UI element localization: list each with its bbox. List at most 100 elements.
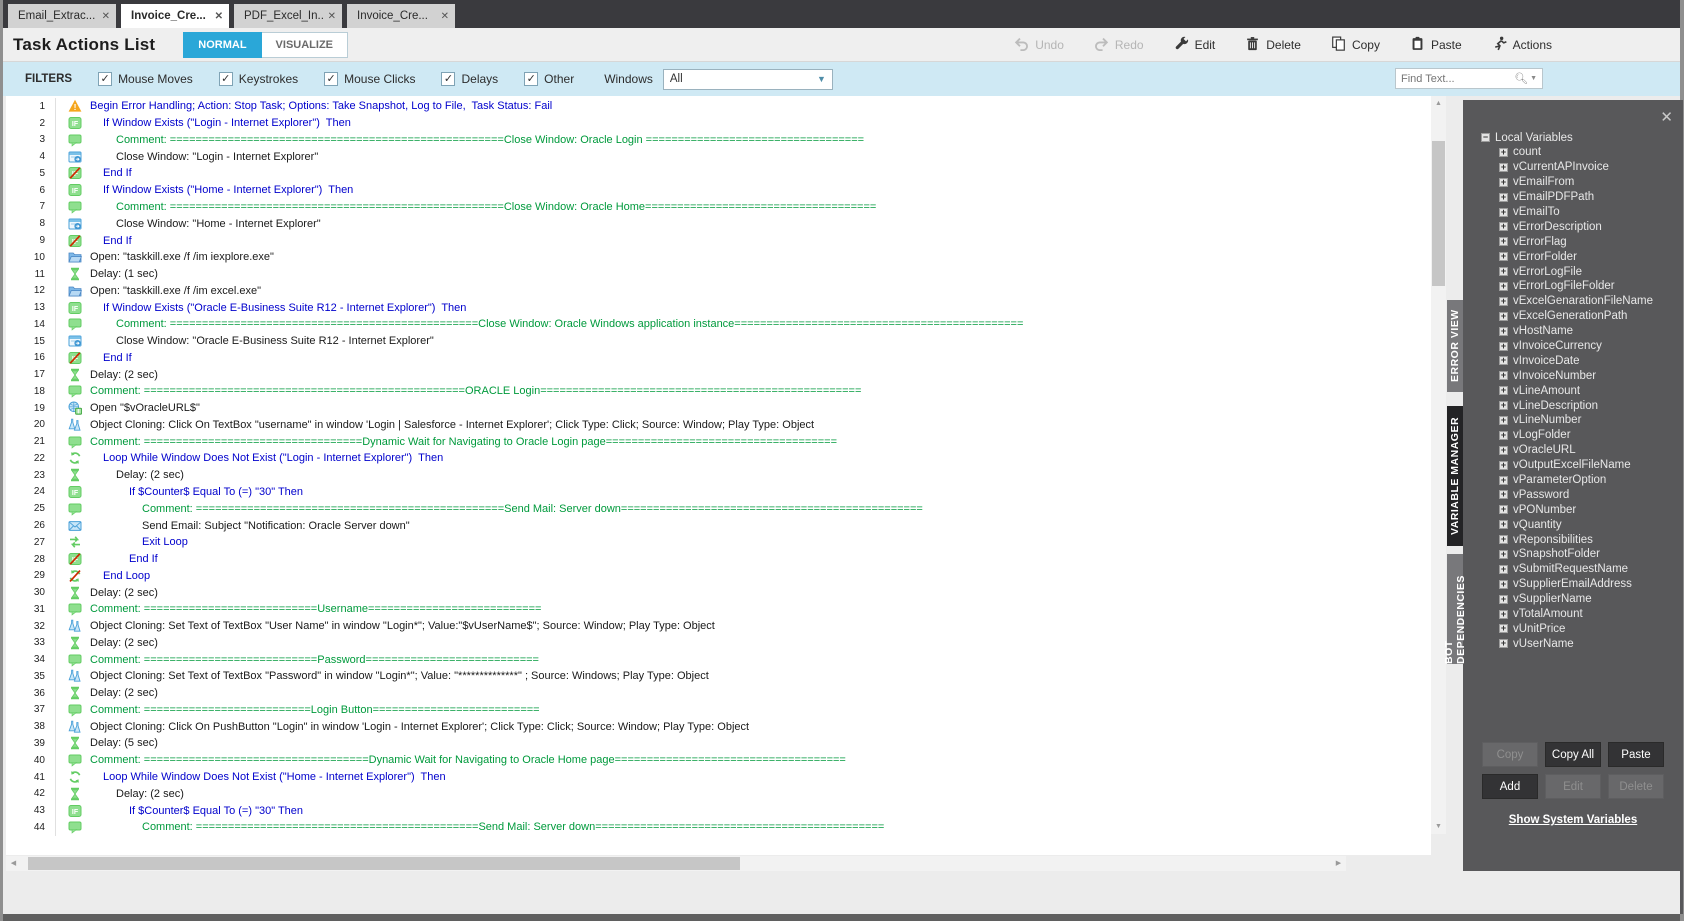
variable-item[interactable]: + vErrorFlag — [1499, 234, 1653, 249]
filter-checkbox-keystrokes[interactable]: ✓ Keystrokes — [218, 72, 298, 86]
search-icon[interactable]: 🔍︎ — [1514, 72, 1528, 85]
expand-icon[interactable]: + — [1499, 252, 1508, 262]
expand-icon[interactable]: + — [1499, 356, 1508, 366]
expand-icon[interactable]: + — [1499, 594, 1508, 604]
action-row-44[interactable]: 44 Comment: =============================… — [6, 818, 1431, 836]
action-row-38[interactable]: 38 Object Cloning: Click On PushButton "L… — [6, 718, 1431, 736]
action-row-15[interactable]: 15 Close Window: "Oracle E-Business Suite… — [6, 332, 1431, 350]
variable-item[interactable]: + vHostName — [1499, 324, 1653, 339]
action-row-21[interactable]: 21 Comment: =============================… — [6, 433, 1431, 451]
expand-icon[interactable]: + — [1499, 579, 1508, 589]
windows-dropdown[interactable]: All ▼ — [662, 68, 833, 90]
close-tab-icon[interactable]: ✕ — [102, 11, 110, 22]
variable-add-button[interactable]: Add — [1482, 774, 1538, 799]
action-row-34[interactable]: 34 Comment: ===========================Pa… — [6, 651, 1431, 669]
expand-icon[interactable]: + — [1499, 490, 1508, 500]
variable-item[interactable]: + vExcelGenerationPath — [1499, 309, 1653, 324]
close-tab-icon[interactable]: ✕ — [328, 11, 336, 22]
expand-icon[interactable]: + — [1499, 460, 1508, 470]
action-row-43[interactable]: 43 IF If $Counter$ Equal To (=) "30" Then — [6, 802, 1431, 819]
action-row-29[interactable]: 29 End Loop — [6, 567, 1431, 585]
expand-icon[interactable]: + — [1499, 401, 1508, 411]
variable-item[interactable]: + vOutputExcelFileName — [1499, 458, 1653, 473]
action-row-19[interactable]: 19 Open "$vOracleURL$" — [6, 399, 1431, 417]
document-tab-2[interactable]: PDF_Excel_In... ✕ — [234, 4, 342, 28]
action-row-36[interactable]: 36 Delay: (2 sec) — [6, 684, 1431, 702]
expand-icon[interactable]: + — [1499, 639, 1508, 649]
horizontal-scroll-thumb[interactable] — [28, 857, 740, 870]
side-tab-bot-dependencies[interactable]: BOT DEPENDENCIES — [1443, 554, 1467, 664]
find-text-input[interactable] — [1401, 72, 1515, 85]
action-row-12[interactable]: 12 Open: "taskkill.exe /f /im excel.exe" — [6, 282, 1431, 300]
filter-checkbox-mouse-clicks[interactable]: ✓ Mouse Clicks — [324, 72, 415, 86]
document-tab-1[interactable]: Invoice_Cre... ✕ — [121, 4, 229, 28]
variable-item[interactable]: + vPONumber — [1499, 502, 1653, 517]
expand-icon[interactable]: + — [1499, 326, 1508, 336]
action-row-16[interactable]: 16 IF End If — [6, 349, 1431, 367]
variable-item[interactable]: + vLineDescription — [1499, 398, 1653, 413]
close-tab-icon[interactable]: ✕ — [441, 11, 449, 22]
action-row-31[interactable]: 31 Comment: ===========================Us… — [6, 600, 1431, 618]
filter-checkbox-delays[interactable]: ✓ Delays — [441, 72, 498, 86]
action-row-6[interactable]: 6 IF If Window Exists ("Home - Internet Ex… — [6, 181, 1431, 199]
expand-icon[interactable]: + — [1499, 520, 1508, 530]
scroll-up-icon[interactable]: ▲ — [1431, 96, 1446, 111]
checkbox-icon[interactable]: ✓ — [218, 72, 233, 86]
expand-icon[interactable]: + — [1499, 549, 1508, 559]
checkbox-icon[interactable]: ✓ — [324, 72, 339, 86]
close-tab-icon[interactable]: ✕ — [215, 11, 223, 22]
variable-item[interactable]: + vParameterOption — [1499, 473, 1653, 488]
action-row-35[interactable]: 35 Object Cloning: Set Text of TextBox "P… — [6, 668, 1431, 685]
expand-icon[interactable]: + — [1499, 341, 1508, 351]
variable-item[interactable]: + vEmailFrom — [1499, 175, 1653, 190]
normal-mode-button[interactable]: NORMAL — [183, 31, 262, 58]
variable-item[interactable]: + vSubmitRequestName — [1499, 562, 1653, 577]
variable-item[interactable]: + vEmailPDFPath — [1499, 190, 1653, 205]
action-row-5[interactable]: 5 IF End If — [6, 165, 1431, 182]
variable-item[interactable]: + vLogFolder — [1499, 428, 1653, 443]
variable-item[interactable]: + count — [1499, 145, 1653, 160]
edit-button[interactable]: Edit — [1174, 36, 1215, 54]
variable-item[interactable]: + vErrorFolder — [1499, 249, 1653, 264]
show-system-variables-link[interactable]: Show System Variables — [1463, 814, 1683, 826]
checkbox-icon[interactable]: ✓ — [524, 72, 539, 86]
expand-icon[interactable]: + — [1499, 267, 1508, 277]
action-row-8[interactable]: 8 Close Window: "Home - Internet Explorer… — [6, 215, 1431, 233]
checkbox-icon[interactable]: ✓ — [441, 72, 456, 86]
variable-item[interactable]: + vSnapshotFolder — [1499, 547, 1653, 562]
variable-item[interactable]: + vErrorDescription — [1499, 219, 1653, 234]
expand-icon[interactable]: + — [1499, 430, 1508, 440]
expand-icon[interactable]: + — [1499, 147, 1508, 157]
expand-icon[interactable]: + — [1499, 624, 1508, 634]
expand-icon[interactable]: + — [1499, 222, 1508, 232]
paste-button[interactable]: Paste — [1410, 36, 1462, 54]
expand-icon[interactable]: + — [1499, 162, 1508, 172]
expand-icon[interactable]: + — [1499, 386, 1508, 396]
action-row-22[interactable]: 22 Loop While Window Does Not Exist ("Log… — [6, 450, 1431, 467]
find-text-box[interactable]: 🔍︎ ▼ — [1395, 68, 1543, 89]
action-row-1[interactable]: 1! Begin Error Handling; Action: Stop Tas… — [6, 98, 1431, 115]
variable-item[interactable]: + vInvoiceNumber — [1499, 368, 1653, 383]
action-row-27[interactable]: 27 Exit Loop — [6, 533, 1431, 551]
action-row-10[interactable]: 10 Open: "taskkill.exe /f /im iexplore.ex… — [6, 248, 1431, 266]
action-row-32[interactable]: 32 Object Cloning: Set Text of TextBox "U… — [6, 617, 1431, 635]
variable-item[interactable]: + vQuantity — [1499, 517, 1653, 532]
variable-item[interactable]: + vLineNumber — [1499, 413, 1653, 428]
action-row-39[interactable]: 39 Delay: (5 sec) — [6, 735, 1431, 752]
copy-button[interactable]: Copy — [1331, 35, 1380, 54]
vertical-scrollbar[interactable]: ▲ ▼ — [1431, 96, 1446, 834]
horizontal-scrollbar[interactable]: ◀ ▶ — [6, 856, 1346, 871]
expand-icon[interactable]: + — [1499, 535, 1508, 545]
visualize-mode-button[interactable]: VISUALIZE — [261, 31, 348, 58]
action-row-20[interactable]: 20 Object Cloning: Click On TextBox "user… — [6, 416, 1431, 434]
variable-item[interactable]: + vExcelGenarationFileName — [1499, 294, 1653, 309]
filter-checkbox-other[interactable]: ✓ Other — [524, 72, 574, 86]
collapse-icon[interactable]: − — [1481, 133, 1490, 142]
action-row-2[interactable]: 2 IF If Window Exists ("Login - Internet E… — [6, 114, 1431, 132]
expand-icon[interactable]: + — [1499, 609, 1508, 619]
variable-item[interactable]: + vEmailTo — [1499, 205, 1653, 220]
document-tab-3[interactable]: Invoice_Cre... ✕ — [347, 4, 455, 28]
variable-item[interactable]: + vPassword — [1499, 487, 1653, 502]
action-row-42[interactable]: 42 Delay: (2 sec) — [6, 785, 1431, 803]
variable-item[interactable]: + vLineAmount — [1499, 383, 1653, 398]
